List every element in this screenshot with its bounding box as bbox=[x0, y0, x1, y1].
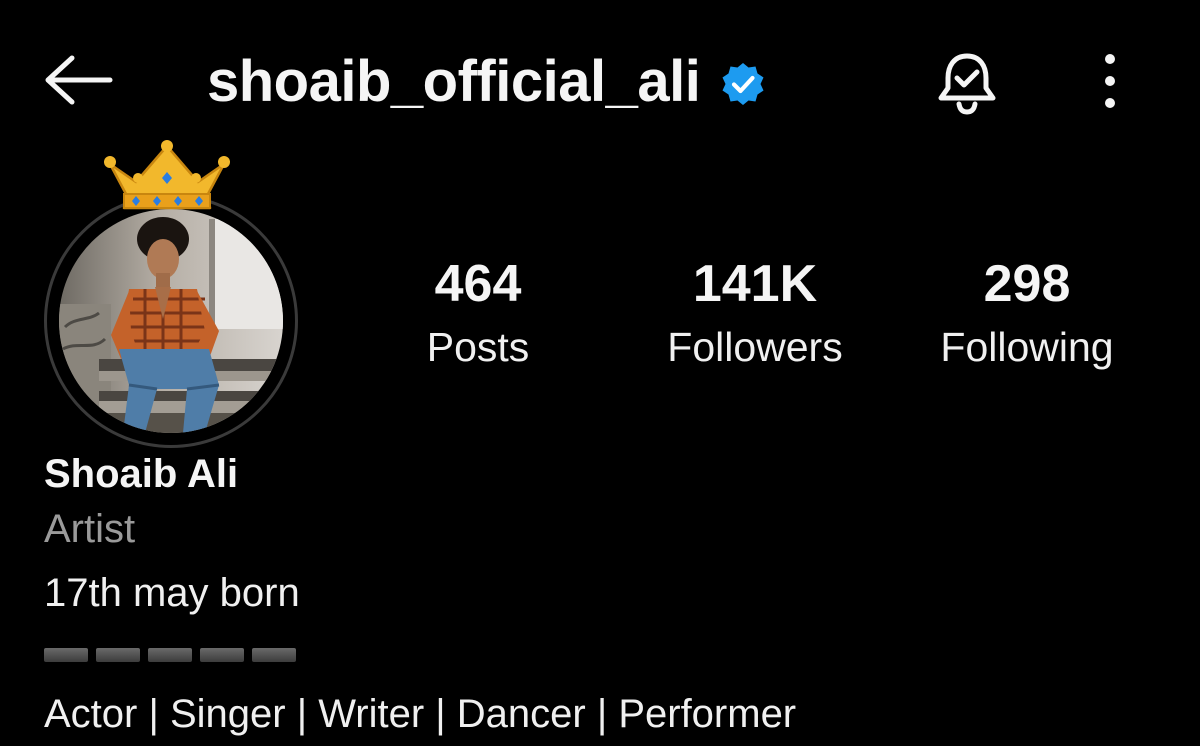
dash-segment bbox=[44, 648, 88, 662]
followers-count: 141K bbox=[692, 255, 818, 313]
dash-segment bbox=[200, 648, 244, 662]
bio-section: Shoaib Ali Artist 17th may born Actor | … bbox=[44, 450, 1164, 734]
followers-label: Followers bbox=[667, 324, 843, 370]
username: shoaib_official_ali bbox=[207, 49, 701, 114]
bell-check-icon bbox=[938, 53, 996, 115]
dash-segment bbox=[252, 648, 296, 662]
posts-stat[interactable]: 464 Posts bbox=[427, 258, 530, 369]
bio-divider bbox=[44, 648, 1164, 662]
category-label: Artist bbox=[44, 507, 136, 551]
notifications-button[interactable] bbox=[932, 46, 1002, 118]
vertical-ellipsis-icon bbox=[1105, 54, 1115, 108]
dash-segment bbox=[148, 648, 192, 662]
posts-count: 464 bbox=[434, 255, 522, 313]
followers-stat[interactable]: 141K Followers bbox=[667, 258, 842, 369]
bio-roles: Actor | Singer | Writer | Dancer | Perfo… bbox=[44, 692, 797, 736]
arrow-left-icon bbox=[45, 55, 113, 105]
profile-header: shoaib_official_ali bbox=[207, 42, 766, 122]
following-label: Following bbox=[940, 324, 1114, 370]
bio-line: 17th may born bbox=[44, 571, 300, 615]
crown-icon bbox=[104, 138, 230, 212]
dash-segment bbox=[96, 648, 140, 662]
back-button[interactable] bbox=[40, 50, 116, 110]
following-count: 298 bbox=[983, 255, 1071, 313]
verified-badge-icon bbox=[722, 63, 764, 105]
profile-picture bbox=[59, 209, 283, 433]
display-name: Shoaib Ali bbox=[44, 452, 239, 496]
posts-label: Posts bbox=[426, 324, 530, 370]
more-options-button[interactable] bbox=[1088, 52, 1132, 110]
avatar[interactable] bbox=[44, 194, 298, 448]
following-stat[interactable]: 298 Following bbox=[940, 258, 1113, 369]
